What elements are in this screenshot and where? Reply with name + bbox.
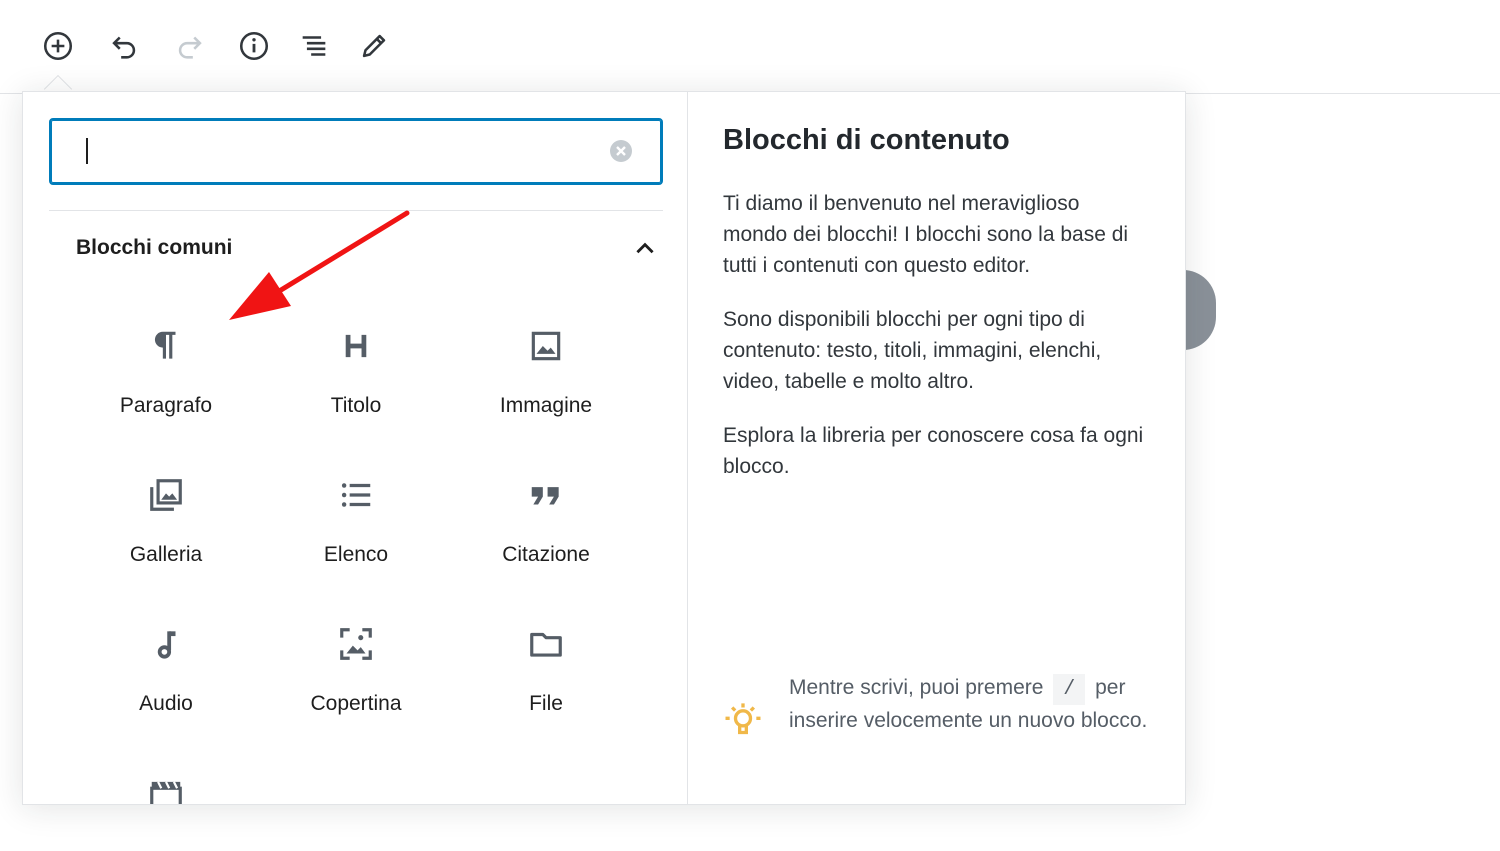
list-icon — [334, 473, 378, 517]
editor-toolbar — [0, 0, 1500, 94]
collapse-section-button[interactable] — [627, 234, 663, 264]
block-inserter-popover: Blocchi comuni Paragrafo Titolo Immagine… — [22, 91, 1186, 805]
clear-icon — [610, 140, 632, 162]
add-block-button[interactable] — [38, 26, 78, 66]
paragraph-icon — [144, 324, 188, 368]
image-icon — [524, 324, 568, 368]
block-item-video[interactable] — [71, 751, 261, 804]
section-title: Blocchi comuni — [76, 236, 233, 259]
block-item-heading[interactable]: Titolo — [261, 304, 451, 444]
editor-screen: Blocchi comuni Paragrafo Titolo Immagine… — [0, 0, 1500, 851]
block-label: Immagine — [499, 394, 593, 417]
block-label: Elenco — [323, 543, 389, 566]
block-item-cover[interactable]: Copertina — [261, 602, 451, 742]
undo-icon — [112, 36, 136, 59]
gallery-icon — [144, 473, 188, 517]
inserter-blocks-pane: Blocchi comuni Paragrafo Titolo Immagine… — [23, 92, 688, 804]
block-search-field[interactable] — [49, 118, 663, 185]
redo-icon — [178, 36, 202, 59]
tip-text-before: Mentre scrivi, puoi premere — [789, 676, 1044, 699]
video-icon — [144, 771, 188, 804]
lightbulb-icon — [725, 703, 761, 735]
block-item-list[interactable]: Elenco — [261, 453, 451, 593]
common-blocks-header[interactable]: Blocchi comuni — [49, 224, 663, 274]
help-paragraph: Ti diamo il benvenuto nel meraviglioso m… — [723, 192, 1129, 277]
pencil-icon — [362, 34, 386, 58]
block-label: Titolo — [330, 394, 382, 417]
list-outline-icon — [302, 36, 326, 56]
block-label: Audio — [139, 692, 193, 715]
audio-icon — [144, 622, 188, 666]
block-label: File — [529, 692, 563, 715]
inserter-tip: Mentre scrivi, puoi premere / per inseri… — [723, 672, 1163, 782]
plus-circle-icon — [43, 31, 73, 61]
info-button[interactable] — [234, 26, 274, 66]
block-label: Galleria — [129, 543, 203, 566]
tools-button[interactable] — [354, 26, 394, 66]
undo-button[interactable] — [104, 26, 144, 66]
slash-key: / — [1053, 674, 1086, 705]
chevron-up-icon — [636, 242, 654, 254]
inserter-help-pane: Blocchi di contenuto Ti diamo il benvenu… — [688, 92, 1185, 804]
quote-icon — [524, 473, 568, 517]
block-label: Copertina — [310, 692, 402, 715]
heading-icon — [334, 324, 378, 368]
block-item-file[interactable]: File — [451, 602, 641, 742]
block-search-input[interactable] — [71, 130, 595, 176]
search-divider — [49, 210, 663, 211]
block-item-audio[interactable]: Audio — [71, 602, 261, 742]
folder-icon — [524, 622, 568, 666]
clear-search-button[interactable] — [609, 139, 633, 163]
block-label: Citazione — [502, 543, 590, 566]
help-paragraph: Esplora la libreria per conoscere cosa f… — [723, 424, 1144, 478]
text-caret — [86, 138, 88, 164]
info-icon — [239, 31, 269, 61]
help-title: Blocchi di contenuto — [723, 124, 1010, 156]
block-item-paragraph[interactable]: Paragrafo — [71, 304, 261, 444]
help-paragraph: Sono disponibili blocchi per ogni tipo d… — [723, 308, 1102, 393]
block-item-gallery[interactable]: Galleria — [71, 453, 261, 593]
block-item-image[interactable]: Immagine — [451, 304, 641, 444]
redo-button[interactable] — [170, 26, 210, 66]
outline-button[interactable] — [294, 26, 334, 66]
block-item-quote[interactable]: Citazione — [451, 453, 641, 593]
block-label: Paragrafo — [119, 394, 213, 417]
tip-text: Mentre scrivi, puoi premere / per inseri… — [789, 672, 1169, 736]
cover-icon — [334, 622, 378, 666]
